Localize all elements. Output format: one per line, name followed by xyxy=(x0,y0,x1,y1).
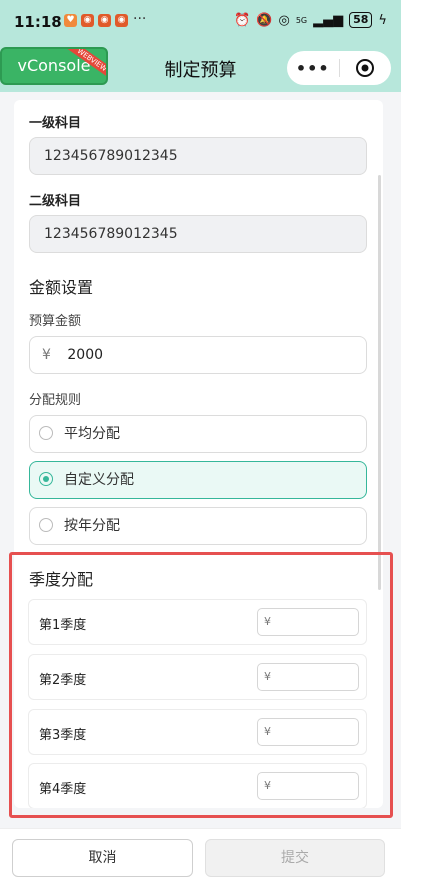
radio-icon xyxy=(39,518,53,532)
network-type: 5G xyxy=(295,15,308,25)
scrollbar[interactable] xyxy=(378,175,381,590)
rule-option-label: 自定义分配 xyxy=(64,472,134,488)
budget-amount-value: 2000 xyxy=(67,347,104,363)
footer-actions: 取消 提交 xyxy=(0,828,401,894)
phone-screen: 11:18 ♥ ◉ ◉ ◉ ··· ⏰ 🔕 ◎ 5G ▂▄▆ 58 ϟ vCon… xyxy=(0,0,401,894)
submit-button[interactable]: 提交 xyxy=(205,839,385,877)
quarter-section-highlight xyxy=(9,552,393,818)
weibo-icon: ◉ xyxy=(115,14,128,27)
level1-label: 一级科目 xyxy=(29,116,82,131)
status-time: 11:18 xyxy=(14,13,62,31)
signal-icon: ▂▄▆ xyxy=(313,12,344,28)
level2-field: 123456789012345 xyxy=(29,215,367,253)
currency-symbol: ¥ xyxy=(42,347,51,363)
amount-section-title: 金额设置 xyxy=(29,278,94,297)
rule-option-yearly[interactable]: 按年分配 xyxy=(29,507,367,545)
more-notifications-icon: ··· xyxy=(133,11,147,27)
rule-option-average[interactable]: 平均分配 xyxy=(29,415,367,453)
radio-icon xyxy=(39,426,53,440)
rule-option-label: 按年分配 xyxy=(64,518,120,534)
weibo-icon: ◉ xyxy=(81,14,94,27)
rule-option-label: 平均分配 xyxy=(64,426,120,442)
close-mini-program-button[interactable] xyxy=(339,58,391,78)
hotspot-icon: ◎ xyxy=(278,12,290,28)
nav-bar: vConsole WEBVIEW 制定预算 ••• xyxy=(0,44,401,92)
weibo-icon: ◉ xyxy=(98,14,111,27)
more-button[interactable]: ••• xyxy=(287,59,339,78)
allocation-rule-label: 分配规则 xyxy=(29,393,82,408)
cancel-button[interactable]: 取消 xyxy=(12,839,193,877)
radio-selected-icon xyxy=(39,472,53,486)
charging-icon: ϟ xyxy=(378,12,387,28)
notification-app-icon: ♥ xyxy=(64,14,77,27)
budget-amount-label: 预算金额 xyxy=(29,314,82,329)
status-bar: 11:18 ♥ ◉ ◉ ◉ ··· ⏰ 🔕 ◎ 5G ▂▄▆ 58 ϟ xyxy=(0,0,401,44)
target-close-icon xyxy=(356,59,375,77)
right-margin xyxy=(401,0,435,894)
notification-icons: ♥ ◉ ◉ ◉ xyxy=(64,14,128,27)
battery-icon: 58 xyxy=(349,12,373,28)
level2-label: 二级科目 xyxy=(29,194,82,209)
rule-option-custom[interactable]: 自定义分配 xyxy=(29,461,367,499)
mini-program-capsule: ••• xyxy=(287,51,391,85)
alarm-icon: ⏰ xyxy=(234,12,251,28)
system-status: ⏰ 🔕 ◎ 5G ▂▄▆ 58 ϟ xyxy=(234,12,387,28)
budget-amount-input[interactable]: ¥ 2000 xyxy=(29,336,367,374)
level1-field: 123456789012345 xyxy=(29,137,367,175)
mute-icon: 🔕 xyxy=(256,12,273,28)
